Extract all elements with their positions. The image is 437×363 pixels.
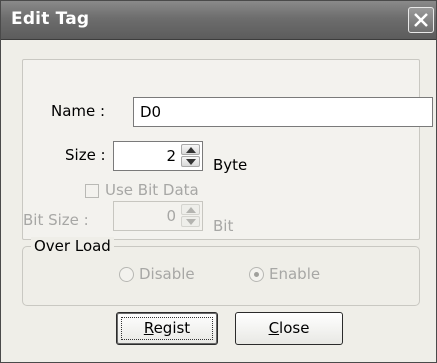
close-icon <box>414 13 428 27</box>
over-load-title: Over Load <box>31 237 114 255</box>
bit-size-spinbox[interactable]: 0 <box>113 201 203 231</box>
disable-radio[interactable] <box>119 267 134 282</box>
size-down-button[interactable] <box>181 156 200 167</box>
bit-size-label: Bit Size : <box>23 211 89 229</box>
use-bit-data-label: Use Bit Data <box>105 181 199 199</box>
size-unit-label: Byte <box>213 156 248 174</box>
size-spinbox[interactable]: 2 <box>113 141 203 171</box>
dialog-title: Edit Tag <box>11 9 90 29</box>
arrow-down-icon <box>186 159 196 165</box>
name-input[interactable]: D0 <box>133 97 433 127</box>
size-spin-buttons <box>181 144 200 168</box>
bit-size-spin-buttons <box>181 204 200 228</box>
enable-radio[interactable] <box>249 267 264 282</box>
size-up-button[interactable] <box>181 144 200 155</box>
radio-selected-dot <box>254 272 259 277</box>
edit-tag-dialog: Edit Tag Name : D0 Size : 2 Byte Use Bit… <box>0 0 437 363</box>
bit-size-value: 0 <box>166 207 176 225</box>
close-window-button[interactable] <box>408 7 434 33</box>
close-label: lose <box>279 319 310 337</box>
arrow-up-icon <box>186 147 196 153</box>
regist-button[interactable]: Regist <box>116 312 218 345</box>
close-button[interactable]: Close <box>235 312 343 345</box>
bit-size-down-button[interactable] <box>181 216 200 227</box>
name-label: Name : <box>51 102 106 120</box>
size-value: 2 <box>166 147 176 165</box>
disable-label: Disable <box>139 265 195 283</box>
close-accelerator: C <box>268 319 280 337</box>
dialog-body: Name : D0 Size : 2 Byte Use Bit Data Bit… <box>1 40 436 362</box>
enable-label: Enable <box>269 265 321 283</box>
size-label: Size : <box>65 146 106 164</box>
title-bar[interactable]: Edit Tag <box>1 1 436 40</box>
arrow-up-icon <box>186 207 196 213</box>
bit-unit-label: Bit <box>213 217 234 235</box>
tag-settings-panel: Name : D0 Size : 2 Byte Use Bit Data Bit… <box>22 59 433 240</box>
arrow-down-icon <box>186 219 196 225</box>
over-load-group: Over Load Disable Enable <box>22 237 420 306</box>
bit-size-up-button[interactable] <box>181 204 200 215</box>
focus-rectangle <box>121 317 213 340</box>
use-bit-data-checkbox[interactable] <box>85 184 99 198</box>
